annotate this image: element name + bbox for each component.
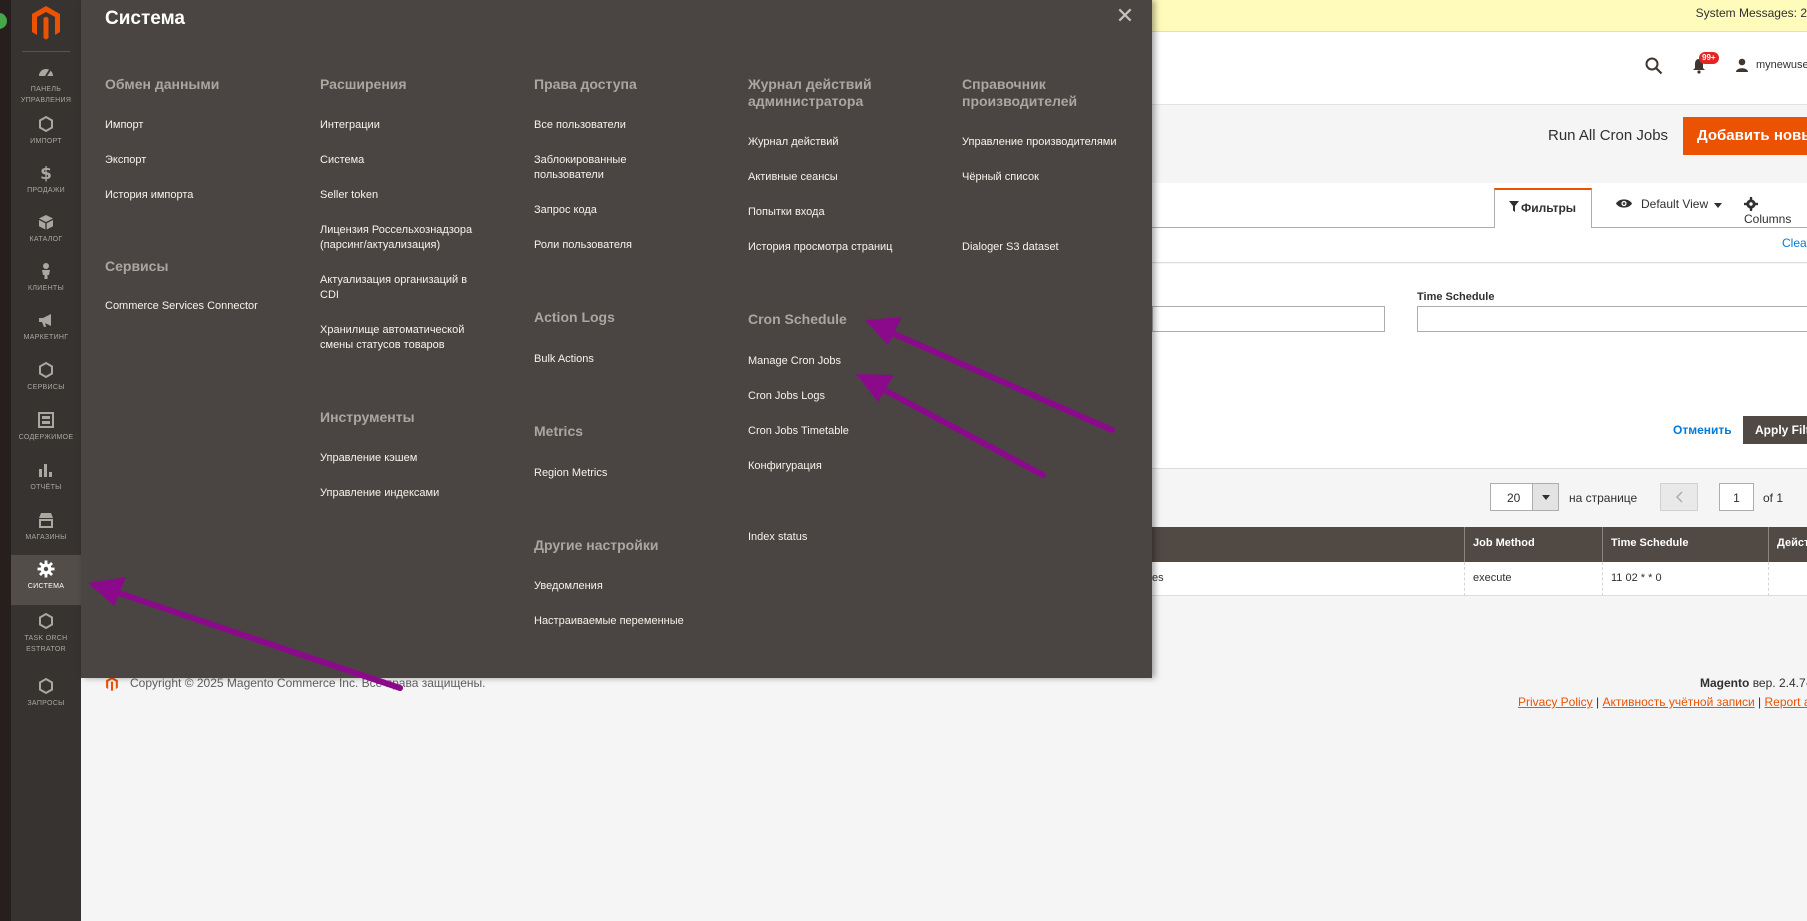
arrow-head bbox=[856, 374, 894, 402]
annotation-arrow-manage-cron-jobs bbox=[872, 382, 1046, 478]
annotation-arrow-cron-schedule bbox=[882, 327, 1115, 433]
arrow-head bbox=[865, 317, 902, 345]
annotation-arrows bbox=[88, 317, 1115, 691]
annotation-arrow-system bbox=[107, 587, 403, 691]
